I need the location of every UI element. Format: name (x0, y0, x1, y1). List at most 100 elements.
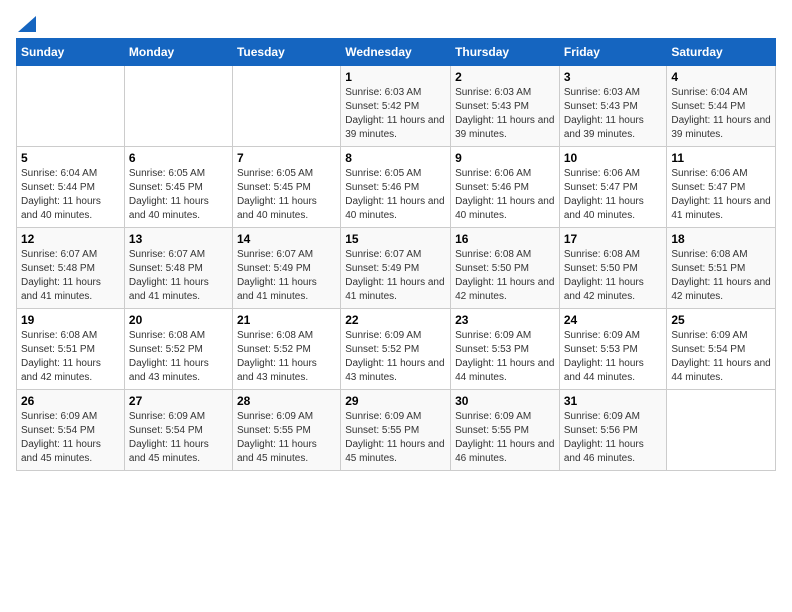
weekday-header-wednesday: Wednesday (341, 39, 451, 66)
day-number: 12 (21, 232, 120, 246)
day-info: Sunrise: 6:04 AMSunset: 5:44 PMDaylight:… (671, 86, 771, 142)
day-number: 22 (345, 313, 446, 327)
calendar-cell: 29 Sunrise: 6:09 AMSunset: 5:55 PMDayligh… (341, 390, 451, 471)
calendar-cell: 18 Sunrise: 6:08 AMSunset: 5:51 PMDayligh… (667, 228, 776, 309)
day-info: Sunrise: 6:07 AMSunset: 5:49 PMDaylight:… (237, 248, 336, 304)
weekday-header-thursday: Thursday (451, 39, 560, 66)
day-number: 7 (237, 151, 336, 165)
calendar-cell: 19 Sunrise: 6:08 AMSunset: 5:51 PMDayligh… (17, 309, 125, 390)
calendar-cell: 24 Sunrise: 6:09 AMSunset: 5:53 PMDayligh… (559, 309, 667, 390)
calendar-cell (124, 66, 232, 147)
day-info: Sunrise: 6:06 AMSunset: 5:47 PMDaylight:… (564, 167, 663, 223)
calendar-cell: 5Sunrise: 6:04 AMSunset: 5:44 PMDaylight… (17, 147, 125, 228)
calendar-cell: 1Sunrise: 6:03 AMSunset: 5:42 PMDaylight… (341, 66, 451, 147)
day-number: 28 (237, 394, 336, 408)
calendar-cell: 21 Sunrise: 6:08 AMSunset: 5:52 PMDayligh… (232, 309, 340, 390)
weekday-header-sunday: Sunday (17, 39, 125, 66)
day-info: Sunrise: 6:08 AMSunset: 5:50 PMDaylight:… (564, 248, 663, 304)
day-info: Sunrise: 6:08 AMSunset: 5:50 PMDaylight:… (455, 248, 555, 304)
day-number: 18 (671, 232, 771, 246)
day-info: Sunrise: 6:09 AMSunset: 5:53 PMDaylight:… (564, 329, 663, 385)
day-info: Sunrise: 6:07 AMSunset: 5:48 PMDaylight:… (21, 248, 120, 304)
day-number: 8 (345, 151, 446, 165)
day-number: 10 (564, 151, 663, 165)
calendar-cell: 16 Sunrise: 6:08 AMSunset: 5:50 PMDayligh… (451, 228, 560, 309)
day-number: 21 (237, 313, 336, 327)
weekday-header-friday: Friday (559, 39, 667, 66)
logo (16, 16, 36, 28)
day-number: 24 (564, 313, 663, 327)
calendar-week-row: 19 Sunrise: 6:08 AMSunset: 5:51 PMDayligh… (17, 309, 776, 390)
calendar-week-row: 5Sunrise: 6:04 AMSunset: 5:44 PMDaylight… (17, 147, 776, 228)
day-info: Sunrise: 6:07 AMSunset: 5:48 PMDaylight:… (129, 248, 228, 304)
day-info: Sunrise: 6:09 AMSunset: 5:55 PMDaylight:… (345, 410, 446, 466)
calendar-cell: 26 Sunrise: 6:09 AMSunset: 5:54 PMDayligh… (17, 390, 125, 471)
calendar-cell: 14Sunrise: 6:07 AMSunset: 5:49 PMDayligh… (232, 228, 340, 309)
calendar-cell: 6Sunrise: 6:05 AMSunset: 5:45 PMDaylight… (124, 147, 232, 228)
calendar-cell: 22 Sunrise: 6:09 AMSunset: 5:52 PMDayligh… (341, 309, 451, 390)
day-number: 30 (455, 394, 555, 408)
calendar-cell: 13Sunrise: 6:07 AMSunset: 5:48 PMDayligh… (124, 228, 232, 309)
day-info: Sunrise: 6:04 AMSunset: 5:44 PMDaylight:… (21, 167, 120, 223)
weekday-header-saturday: Saturday (667, 39, 776, 66)
day-number: 27 (129, 394, 228, 408)
day-number: 31 (564, 394, 663, 408)
day-info: Sunrise: 6:06 AMSunset: 5:46 PMDaylight:… (455, 167, 555, 223)
calendar-cell: 15Sunrise: 6:07 AMSunset: 5:49 PMDayligh… (341, 228, 451, 309)
day-number: 29 (345, 394, 446, 408)
calendar-cell: 12 Sunrise: 6:07 AMSunset: 5:48 PMDayligh… (17, 228, 125, 309)
day-number: 19 (21, 313, 120, 327)
day-number: 9 (455, 151, 555, 165)
calendar-cell: 25 Sunrise: 6:09 AMSunset: 5:54 PMDayligh… (667, 309, 776, 390)
calendar-table: SundayMondayTuesdayWednesdayThursdayFrid… (16, 38, 776, 471)
calendar-cell: 31 Sunrise: 6:09 AMSunset: 5:56 PMDayligh… (559, 390, 667, 471)
day-info: Sunrise: 6:09 AMSunset: 5:54 PMDaylight:… (21, 410, 120, 466)
day-info: Sunrise: 6:05 AMSunset: 5:46 PMDaylight:… (345, 167, 446, 223)
calendar-cell: 27 Sunrise: 6:09 AMSunset: 5:54 PMDayligh… (124, 390, 232, 471)
calendar-cell: 28 Sunrise: 6:09 AMSunset: 5:55 PMDayligh… (232, 390, 340, 471)
day-info: Sunrise: 6:03 AMSunset: 5:43 PMDaylight:… (455, 86, 555, 142)
day-number: 11 (671, 151, 771, 165)
day-number: 17 (564, 232, 663, 246)
calendar-cell: 4Sunrise: 6:04 AMSunset: 5:44 PMDaylight… (667, 66, 776, 147)
weekday-header-monday: Monday (124, 39, 232, 66)
day-info: Sunrise: 6:08 AMSunset: 5:52 PMDaylight:… (237, 329, 336, 385)
day-info: Sunrise: 6:08 AMSunset: 5:51 PMDaylight:… (671, 248, 771, 304)
day-number: 15 (345, 232, 446, 246)
day-info: Sunrise: 6:09 AMSunset: 5:53 PMDaylight:… (455, 329, 555, 385)
day-info: Sunrise: 6:09 AMSunset: 5:56 PMDaylight:… (564, 410, 663, 466)
calendar-cell: 30 Sunrise: 6:09 AMSunset: 5:55 PMDayligh… (451, 390, 560, 471)
day-number: 6 (129, 151, 228, 165)
day-info: Sunrise: 6:09 AMSunset: 5:52 PMDaylight:… (345, 329, 446, 385)
calendar-cell: 9 Sunrise: 6:06 AMSunset: 5:46 PMDaylight… (451, 147, 560, 228)
day-number: 20 (129, 313, 228, 327)
weekday-header-row: SundayMondayTuesdayWednesdayThursdayFrid… (17, 39, 776, 66)
calendar-cell: 2 Sunrise: 6:03 AMSunset: 5:43 PMDaylight… (451, 66, 560, 147)
day-number: 16 (455, 232, 555, 246)
day-number: 2 (455, 70, 555, 84)
calendar-week-row: 12 Sunrise: 6:07 AMSunset: 5:48 PMDayligh… (17, 228, 776, 309)
day-info: Sunrise: 6:09 AMSunset: 5:55 PMDaylight:… (237, 410, 336, 466)
day-info: Sunrise: 6:08 AMSunset: 5:51 PMDaylight:… (21, 329, 120, 385)
day-info: Sunrise: 6:05 AMSunset: 5:45 PMDaylight:… (237, 167, 336, 223)
calendar-week-row: 1Sunrise: 6:03 AMSunset: 5:42 PMDaylight… (17, 66, 776, 147)
day-number: 26 (21, 394, 120, 408)
calendar-cell: 20Sunrise: 6:08 AMSunset: 5:52 PMDayligh… (124, 309, 232, 390)
calendar-cell (17, 66, 125, 147)
weekday-header-tuesday: Tuesday (232, 39, 340, 66)
day-number: 25 (671, 313, 771, 327)
calendar-cell: 11Sunrise: 6:06 AMSunset: 5:47 PMDayligh… (667, 147, 776, 228)
day-info: Sunrise: 6:09 AMSunset: 5:54 PMDaylight:… (129, 410, 228, 466)
calendar-cell: 10 Sunrise: 6:06 AMSunset: 5:47 PMDayligh… (559, 147, 667, 228)
calendar-cell (232, 66, 340, 147)
day-info: Sunrise: 6:09 AMSunset: 5:54 PMDaylight:… (671, 329, 771, 385)
calendar-week-row: 26 Sunrise: 6:09 AMSunset: 5:54 PMDayligh… (17, 390, 776, 471)
logo-icon (18, 16, 36, 32)
day-info: Sunrise: 6:03 AMSunset: 5:43 PMDaylight:… (564, 86, 663, 142)
calendar-cell: 8 Sunrise: 6:05 AMSunset: 5:46 PMDaylight… (341, 147, 451, 228)
day-info: Sunrise: 6:09 AMSunset: 5:55 PMDaylight:… (455, 410, 555, 466)
day-info: Sunrise: 6:03 AMSunset: 5:42 PMDaylight:… (345, 86, 446, 142)
day-number: 23 (455, 313, 555, 327)
calendar-cell: 17 Sunrise: 6:08 AMSunset: 5:50 PMDayligh… (559, 228, 667, 309)
calendar-cell (667, 390, 776, 471)
